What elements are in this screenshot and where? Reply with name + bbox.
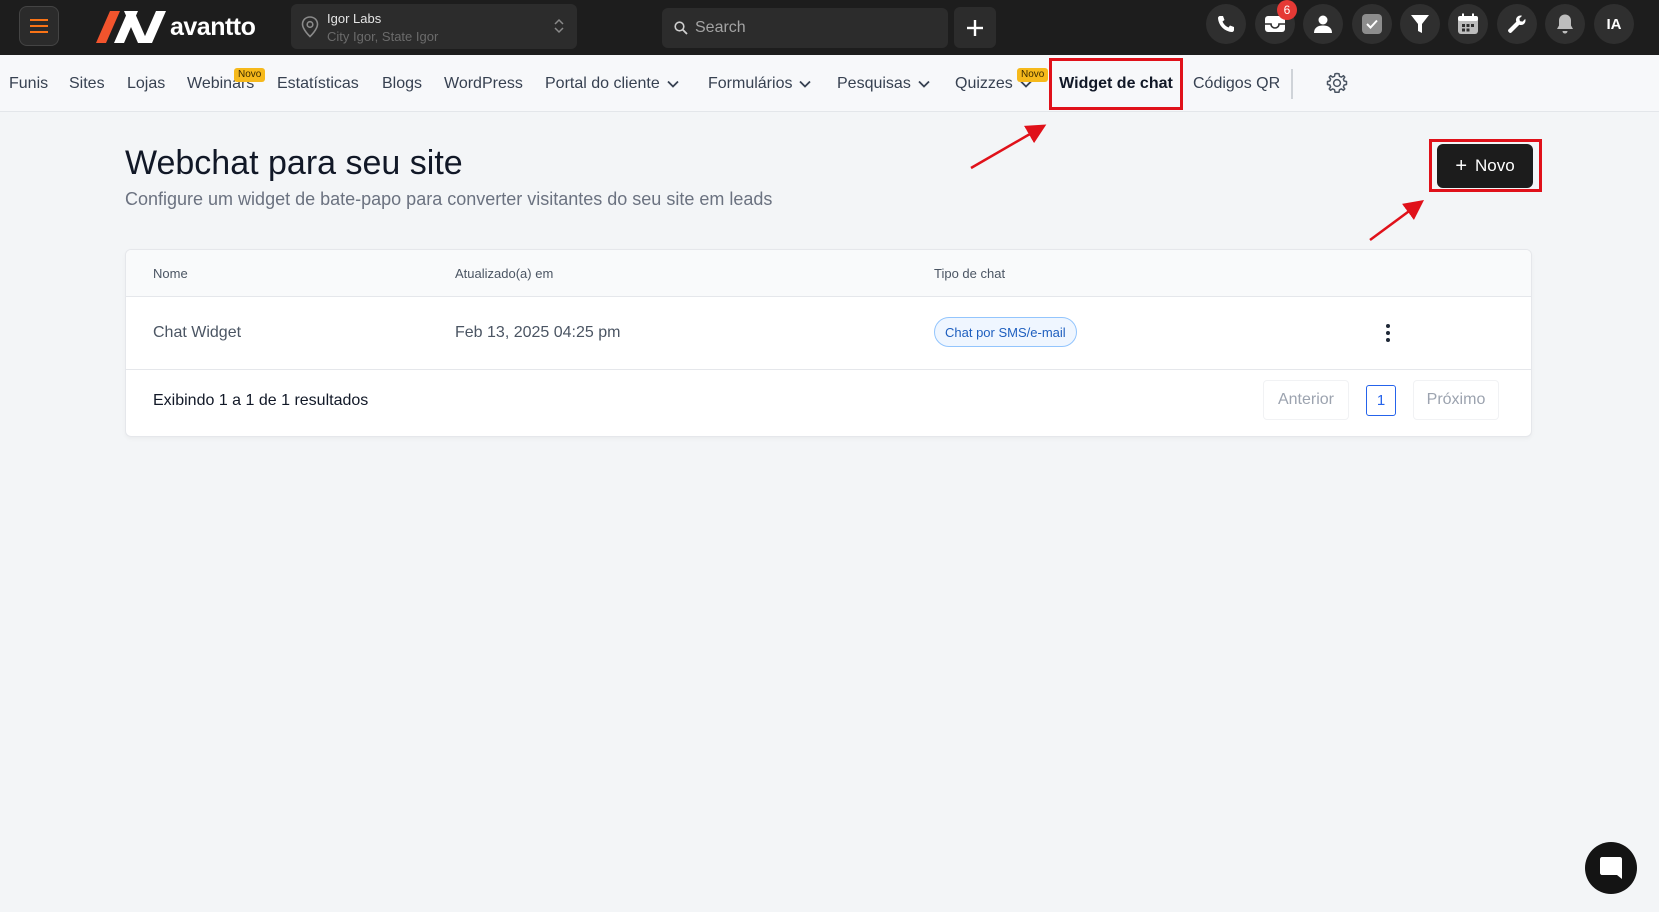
nav-quizzes[interactable]: Quizzes Novo (955, 68, 1049, 93)
nav-blogs[interactable]: Blogs (382, 75, 422, 93)
nav-funis[interactable]: Funis (9, 75, 48, 93)
notification-badge: 6 (1277, 0, 1297, 20)
nav-formularios[interactable]: Formulários (708, 75, 812, 93)
chat-type-badge: Chat por SMS/e-mail (934, 317, 1077, 347)
nav-label: WordPress (444, 75, 523, 92)
column-header-atualizado: Atualizado(a) em (455, 266, 554, 281)
user-initials: IA (1606, 15, 1622, 33)
location-name: Igor Labs (327, 11, 382, 26)
nav-estatisticas[interactable]: Estatísticas (277, 75, 359, 93)
tasks-button[interactable] (1352, 4, 1392, 44)
menu-icon (30, 19, 48, 33)
page-subtitle: Configure um widget de bate-papo para co… (125, 189, 773, 209)
annotation-arrow (970, 124, 1047, 170)
nav-label: Formulários (708, 75, 793, 92)
pagination-page[interactable]: 1 (1366, 385, 1396, 416)
nav-pesquisas[interactable]: Pesquisas (837, 75, 930, 93)
nav-label: Widget de chat (1059, 75, 1173, 92)
nav-wordpress[interactable]: WordPress (444, 75, 523, 93)
menu-button[interactable] (19, 6, 59, 46)
nav-label: Estatísticas (277, 75, 359, 92)
nav-label: Sites (69, 75, 105, 92)
nav-label: Quizzes (955, 75, 1013, 92)
top-bar: avantto Igor Labs City Igor, State Igor (0, 0, 1659, 55)
task-check-icon (1362, 14, 1382, 34)
nav-label: Blogs (382, 75, 423, 92)
kebab-dot (1386, 324, 1390, 328)
search-input[interactable] (695, 19, 935, 37)
nav-lojas[interactable]: Lojas (127, 75, 165, 93)
notifications-button[interactable] (1545, 4, 1585, 44)
calendar-button[interactable] (1448, 4, 1488, 44)
brand-logo[interactable]: avantto (96, 8, 256, 46)
table-row[interactable]: Chat Widget Feb 13, 2025 04:25 pm Chat p… (126, 297, 1531, 370)
location-subtitle: City Igor, State Igor (327, 29, 439, 44)
kebab-dot (1386, 338, 1390, 342)
calendar-icon (1458, 13, 1478, 34)
wrench-icon (1508, 15, 1526, 33)
location-switcher[interactable]: Igor Labs City Igor, State Igor (291, 4, 577, 49)
gear-icon (1326, 72, 1348, 93)
chevron-down-icon (667, 80, 679, 88)
user-avatar[interactable]: IA (1594, 4, 1634, 44)
funnels-button[interactable] (1400, 4, 1440, 44)
new-widget-label: Novo (1475, 156, 1515, 175)
user-icon (1314, 15, 1332, 33)
plus-icon: + (1455, 155, 1467, 177)
nav-label: Códigos QR (1193, 75, 1281, 92)
kebab-dot (1386, 331, 1390, 335)
column-header-nome: Nome (153, 266, 188, 281)
pagination-next[interactable]: Próximo (1413, 380, 1499, 420)
widgets-table: Nome Atualizado(a) em Tipo de chat Chat … (125, 249, 1532, 437)
phone-button[interactable] (1206, 4, 1246, 44)
annotation-arrow (1369, 200, 1425, 242)
brand-name: avantto (170, 12, 256, 41)
chevron-down-icon (918, 80, 930, 88)
nav-label: Portal do cliente (545, 75, 660, 92)
new-badge: Novo (234, 68, 266, 82)
location-pin-icon (301, 16, 319, 38)
new-widget-button[interactable]: + Novo (1437, 144, 1533, 188)
plus-icon (967, 19, 983, 36)
logo-mark-icon (96, 11, 166, 43)
nav-settings-button[interactable] (1326, 72, 1348, 99)
nav-label: Funis (9, 75, 49, 92)
nav-divider (1291, 69, 1293, 99)
nav-webinars[interactable]: Webinars Novo (187, 68, 266, 93)
bell-icon (1557, 14, 1573, 34)
search-icon (674, 21, 688, 35)
pagination-prev[interactable]: Anterior (1263, 380, 1349, 420)
updown-icon (554, 18, 564, 34)
chat-bubble-icon (1600, 857, 1622, 879)
nav-codigos-qr[interactable]: Códigos QR (1193, 75, 1280, 93)
funnel-icon (1411, 15, 1429, 33)
results-summary: Exibindo 1 a 1 de 1 resultados (153, 392, 369, 409)
widget-name[interactable]: Chat Widget (153, 324, 241, 342)
new-badge: Novo (1017, 68, 1049, 82)
row-actions-button[interactable] (1376, 320, 1400, 346)
sites-nav: Funis Sites Lojas Webinars Novo Estatíst… (0, 55, 1659, 112)
settings-tools-button[interactable] (1497, 4, 1537, 44)
quick-add-button[interactable] (954, 7, 996, 48)
chat-launcher-button[interactable] (1585, 842, 1637, 894)
page-title: Webchat para seu site (125, 144, 463, 182)
inbox-button[interactable]: 6 (1255, 0, 1297, 44)
column-header-tipo: Tipo de chat (934, 266, 1006, 281)
annotation-arrows (970, 124, 1425, 242)
contacts-button[interactable] (1303, 4, 1343, 44)
phone-icon (1218, 16, 1234, 32)
nav-portal-do-cliente[interactable]: Portal do cliente (545, 75, 679, 93)
chevron-down-icon (799, 80, 812, 88)
nav-label: Lojas (127, 75, 166, 92)
nav-sites[interactable]: Sites (69, 75, 105, 93)
nav-widget-de-chat[interactable]: Widget de chat (1049, 58, 1183, 110)
table-header: Nome Atualizado(a) em Tipo de chat (126, 250, 1531, 297)
widget-updated: Feb 13, 2025 04:25 pm (455, 324, 621, 341)
search-bar[interactable] (662, 8, 948, 48)
nav-label: Pesquisas (837, 75, 911, 92)
